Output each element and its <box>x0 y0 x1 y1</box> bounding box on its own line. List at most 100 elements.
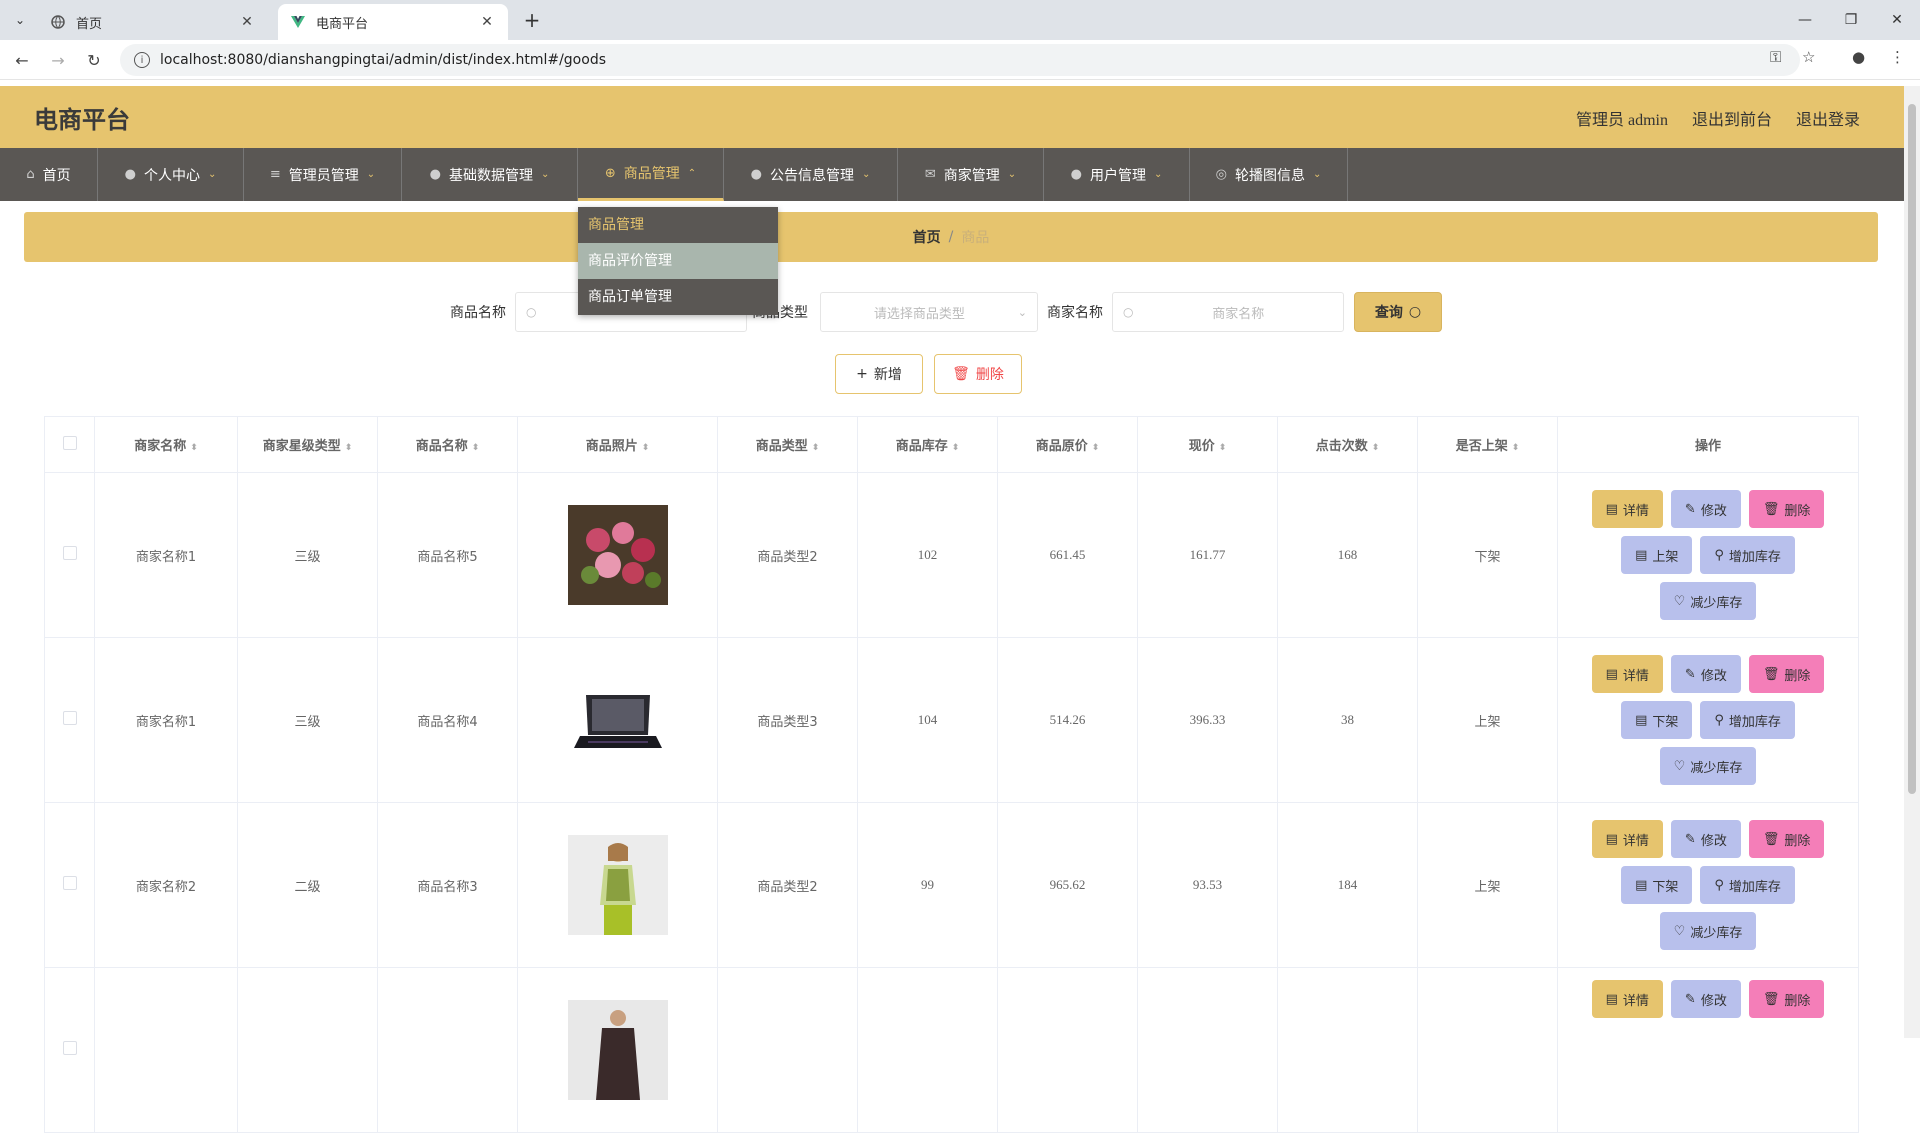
query-button[interactable]: 查询 ○ <box>1354 292 1442 332</box>
add-stock-button[interactable]: ⚲ 增加库存 <box>1700 536 1795 574</box>
table-row: 商家名称2 二级 商品名称3 商品类型2 99 965.62 93.53 184 上架 ▤ 详情 … <box>44 802 1859 968</box>
new-tab-button[interactable]: + <box>520 8 544 32</box>
reload-icon[interactable]: ↻ <box>82 48 106 72</box>
sort-icon: ⬍ <box>344 443 353 453</box>
submenu-item-goods[interactable]: 商品管理 <box>578 207 778 243</box>
col-header[interactable]: 点击次数 ⬍ <box>1277 416 1418 473</box>
col-header[interactable]: 商品名称 ⬍ <box>377 416 518 473</box>
close-tab-icon[interactable]: ✕ <box>478 14 496 30</box>
site-info-icon[interactable]: i <box>134 52 150 68</box>
edit-button[interactable]: ✎ 修改 <box>1670 655 1741 693</box>
detail-button[interactable]: ▤ 详情 <box>1591 980 1663 1018</box>
click-count-cell: 38 <box>1277 637 1418 803</box>
chevron-down-icon: ⌄ <box>1153 169 1163 180</box>
detail-button[interactable]: ▤ 详情 <box>1591 490 1663 528</box>
row-checkbox[interactable] <box>62 711 77 725</box>
goods-photo[interactable] <box>567 670 668 770</box>
merchant-name-placeholder: 商家名称 <box>1212 306 1265 322</box>
actions-cell: ▤ 详情 ✎ 修改 🗑 删除 ▤ 下架 ⚲ 增加库存 ♡ 减少库存 <box>1557 802 1859 968</box>
detail-button[interactable]: ▤ 详情 <box>1591 655 1663 693</box>
merchant-name-cell: 商家名称1 <box>94 472 238 638</box>
submenu-item-goods-order[interactable]: 商品订单管理 <box>578 279 778 315</box>
goods-type-select[interactable]: 请选择商品类型 ⌄ <box>820 292 1038 332</box>
edit-button[interactable]: ✎ 修改 <box>1670 980 1741 1018</box>
select-all-checkbox[interactable] <box>62 435 77 450</box>
back-icon[interactable]: ← <box>10 48 34 72</box>
browser-tab-home[interactable]: 首页 ✕ <box>38 4 268 40</box>
shelf-toggle-button[interactable]: ▤ 下架 <box>1621 701 1693 739</box>
profile-avatar-icon[interactable]: ● <box>1852 48 1865 66</box>
scrollbar-thumb[interactable] <box>1908 104 1916 794</box>
restore-icon[interactable]: ❐ <box>1828 0 1874 40</box>
edit-button[interactable]: ✎ 修改 <box>1670 490 1741 528</box>
breadcrumb: 首页 / 商品 <box>24 212 1878 262</box>
add-button[interactable]: + 新增 <box>835 354 923 394</box>
col-header[interactable]: 商家名称 ⬍ <box>94 416 238 473</box>
location-icon: ⚲ <box>1714 547 1724 563</box>
original-price-cell <box>997 967 1138 1133</box>
current-price-cell <box>1137 967 1278 1133</box>
close-tab-icon[interactable]: ✕ <box>238 14 256 30</box>
edit-button[interactable]: ✎ 修改 <box>1670 820 1741 858</box>
goods-photo[interactable] <box>567 505 668 605</box>
delete-button[interactable]: 🗑 删除 <box>1748 980 1825 1018</box>
detail-button[interactable]: ▤ 详情 <box>1591 820 1663 858</box>
delete-button[interactable]: 🗑 删除 <box>1748 490 1825 528</box>
reduce-stock-button[interactable]: ♡ 减少库存 <box>1659 747 1757 785</box>
row-select-cell[interactable] <box>44 802 95 968</box>
nav-item-basic-data[interactable]: ● 基础数据管理 ⌄ <box>402 148 578 201</box>
row-select-cell[interactable] <box>44 967 95 1133</box>
bookmark-star-icon[interactable]: ☆ <box>1802 48 1815 66</box>
sort-icon: ⬍ <box>1371 443 1380 453</box>
col-header[interactable]: 商品类型 ⬍ <box>717 416 858 473</box>
delete-button[interactable]: 🗑 删除 <box>1748 820 1825 858</box>
batch-delete-button[interactable]: 🗑 删除 <box>934 354 1022 394</box>
col-header[interactable]: 商品原价 ⬍ <box>997 416 1138 473</box>
col-header[interactable]: 是否上架 ⬍ <box>1417 416 1558 473</box>
browser-tab-active[interactable]: 电商平台 ✕ <box>278 4 508 40</box>
nav-item-personal[interactable]: ● 个人中心 ⌄ <box>98 148 244 201</box>
close-window-icon[interactable]: ✕ <box>1874 0 1920 40</box>
row-checkbox[interactable] <box>62 876 77 890</box>
nav-item-home[interactable]: ⌂ 首页 <box>0 148 98 201</box>
vue-logo-icon <box>290 14 306 30</box>
nav-item-admin[interactable]: ≡ 管理员管理 ⌄ <box>244 148 402 201</box>
row-select-cell[interactable] <box>44 472 95 638</box>
add-stock-button[interactable]: ⚲ 增加库存 <box>1700 701 1795 739</box>
goods-photo[interactable] <box>567 1000 668 1100</box>
logout-link[interactable]: 退出登录 <box>1796 106 1860 130</box>
col-header[interactable]: 商品库存 ⬍ <box>857 416 998 473</box>
nav-item-goods[interactable]: ⊕ 商品管理 ⌃ <box>578 148 724 201</box>
nav-item-users[interactable]: ● 用户管理 ⌄ <box>1044 148 1190 201</box>
submenu-item-goods-review[interactable]: 商品评价管理 <box>578 243 778 279</box>
delete-button[interactable]: 🗑 删除 <box>1748 655 1825 693</box>
row-select-cell[interactable] <box>44 637 95 803</box>
add-stock-button[interactable]: ⚲ 增加库存 <box>1700 866 1795 904</box>
page-scrollbar[interactable] <box>1904 86 1920 1038</box>
col-header[interactable]: 现价 ⬍ <box>1137 416 1278 473</box>
url-input[interactable]: i localhost:8080/dianshangpingtai/admin/… <box>120 44 1800 76</box>
forward-icon[interactable]: → <box>46 48 70 72</box>
nav-item-merchant[interactable]: ✉ 商家管理 ⌄ <box>898 148 1044 201</box>
goods-photo[interactable] <box>567 835 668 935</box>
nav-item-carousel[interactable]: ◎ 轮播图信息 ⌄ <box>1190 148 1348 201</box>
merchant-name-input[interactable]: ○ 商家名称 <box>1112 292 1344 332</box>
shelf-toggle-button[interactable]: ▤ 下架 <box>1621 866 1693 904</box>
select-all-cell[interactable] <box>44 416 95 473</box>
reduce-stock-button[interactable]: ♡ 减少库存 <box>1659 912 1757 950</box>
col-header[interactable]: 商品照片 ⬍ <box>517 416 718 473</box>
exit-to-front-link[interactable]: 退出到前台 <box>1692 106 1772 130</box>
tab-search-button[interactable]: ⌄ <box>8 8 32 32</box>
shelf-toggle-button[interactable]: ▤ 上架 <box>1621 536 1693 574</box>
password-key-icon[interactable]: ⚿ <box>1770 48 1781 66</box>
browser-menu-icon[interactable]: ⋮ <box>1890 48 1905 66</box>
nav-item-notice[interactable]: ● 公告信息管理 ⌄ <box>724 148 898 201</box>
col-header[interactable]: 商家星级类型 ⬍ <box>237 416 378 473</box>
row-checkbox[interactable] <box>62 1041 77 1055</box>
breadcrumb-home[interactable]: 首页 <box>913 227 941 247</box>
goods-stock-cell: 102 <box>857 472 998 638</box>
target-icon: ⊕ <box>604 165 616 181</box>
minimize-icon[interactable]: — <box>1782 0 1828 40</box>
row-checkbox[interactable] <box>62 546 77 560</box>
reduce-stock-button[interactable]: ♡ 减少库存 <box>1659 582 1757 620</box>
